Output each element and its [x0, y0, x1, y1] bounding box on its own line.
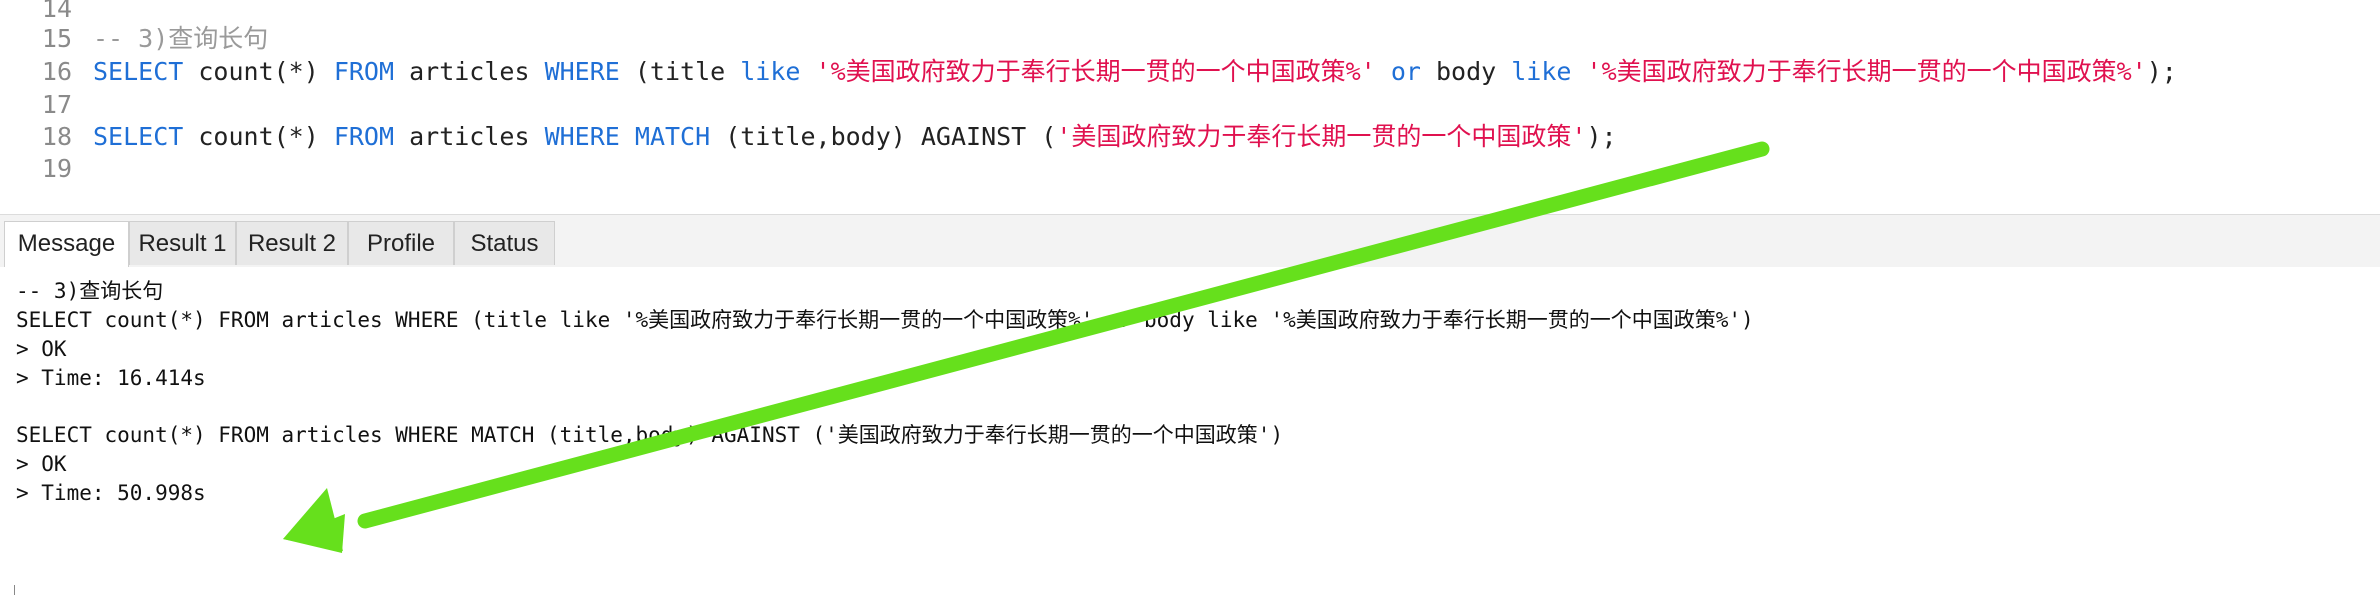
- code-token: like: [740, 57, 801, 86]
- code-token: -- 3)查询长句: [93, 24, 269, 53]
- message-line: > Time: 16.414s: [16, 366, 206, 390]
- code-token: '美国政府致力于奉行长期一贯的一个中国政策': [1056, 122, 1587, 151]
- tab-message[interactable]: Message: [4, 221, 129, 268]
- message-line: SELECT count(*) FROM articles WHERE (tit…: [16, 308, 1754, 332]
- message-line: > OK: [16, 452, 67, 476]
- code-text: SELECT count(*) FROM articles WHERE MATC…: [93, 120, 1617, 153]
- code-token: WHERE: [544, 57, 620, 86]
- code-token: FROM: [333, 57, 395, 86]
- code-token: '%美国政府致力于奉行长期一贯的一个中国政策%': [1586, 57, 2147, 86]
- code-text: SELECT count(*) FROM articles WHERE (tit…: [93, 55, 2177, 88]
- message-line: -- 3)查询长句: [16, 279, 164, 303]
- code-token: articles: [394, 122, 545, 151]
- code-token: SELECT: [93, 122, 184, 151]
- code-token: (title: [619, 57, 741, 86]
- code-token: articles: [394, 57, 545, 86]
- line-number: 16: [41, 57, 72, 86]
- message-line: > OK: [16, 337, 67, 361]
- code-token: like: [1511, 57, 1572, 86]
- text-cursor: [14, 585, 15, 595]
- tab-profile[interactable]: Profile: [348, 221, 454, 265]
- line-number: 19: [41, 154, 72, 183]
- result-tab-bar: Message Result 1 Result 2 Profile Status: [0, 214, 2380, 268]
- line-number: 18: [41, 122, 72, 151]
- message-line: > Time: 50.998s: [16, 481, 206, 505]
- code-token: count(*): [183, 122, 334, 151]
- message-panel: -- 3)查询长句 SELECT count(*) FROM articles …: [0, 267, 2380, 598]
- code-text: -- 3)查询长句: [93, 22, 268, 55]
- code-token: WHERE: [544, 122, 620, 151]
- line-number: 15: [41, 24, 72, 53]
- code-token: or: [1390, 57, 1421, 86]
- tab-status[interactable]: Status: [454, 221, 555, 265]
- code-token: '%美国政府致力于奉行长期一贯的一个中国政策%': [815, 57, 1376, 86]
- code-token: FROM: [333, 122, 395, 151]
- code-token: );: [1586, 122, 1617, 151]
- line-number: 17: [41, 90, 72, 119]
- tab-result-1[interactable]: Result 1: [129, 221, 236, 265]
- tab-result-2[interactable]: Result 2: [236, 221, 348, 265]
- code-token: );: [2146, 57, 2177, 86]
- code-token: MATCH: [634, 122, 711, 151]
- code-token: body: [1420, 57, 1512, 86]
- sql-editor[interactable]: 14 15 -- 3)查询长句 16 SELECT count(*) FROM arti…: [0, 0, 2380, 210]
- message-line: SELECT count(*) FROM articles WHERE MATC…: [16, 423, 1284, 447]
- code-token: count(*): [183, 57, 334, 86]
- code-token: SELECT: [93, 57, 184, 86]
- code-token: (title,body) AGAINST (: [710, 122, 1057, 151]
